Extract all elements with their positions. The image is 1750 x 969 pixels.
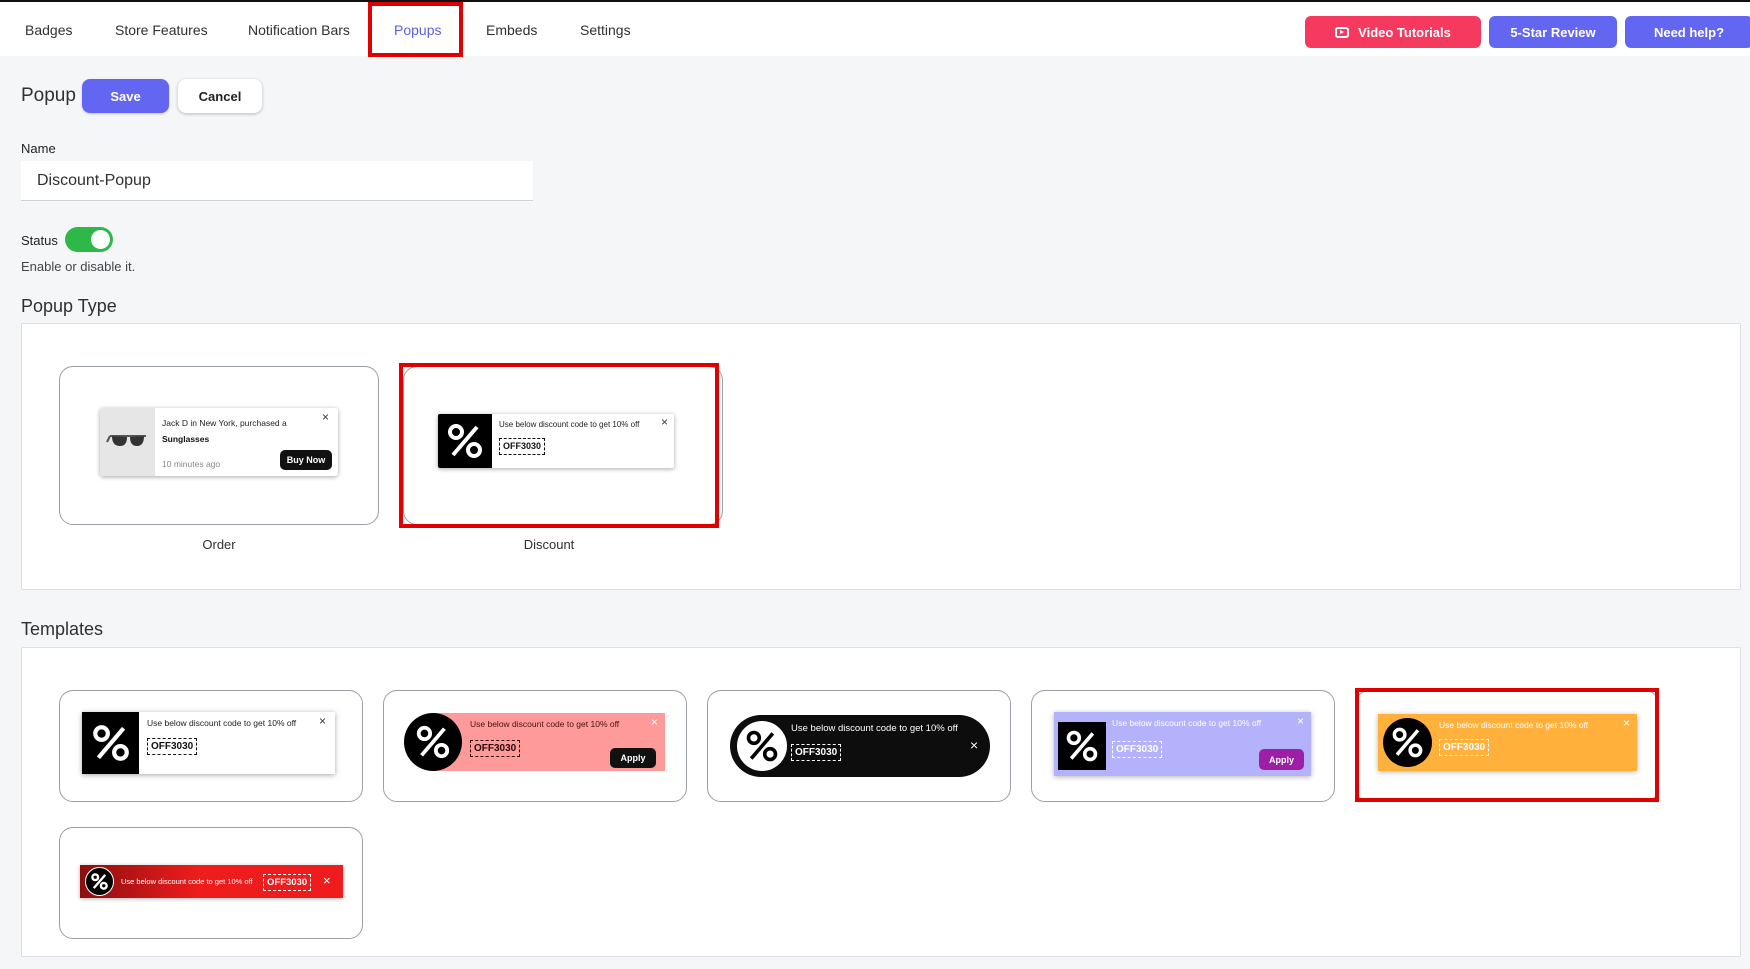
apply-button: Apply [610, 748, 656, 768]
order-time: 10 minutes ago [162, 459, 221, 469]
five-star-review-button[interactable]: 5-Star Review [1489, 16, 1617, 48]
status-label: Status [21, 233, 58, 248]
percent-icon [93, 725, 129, 761]
popup-type-title: Popup Type [21, 296, 117, 316]
tab-embeds[interactable]: Embeds [486, 22, 537, 38]
template-code: OFF3030 [1112, 741, 1163, 758]
template-message: Use below discount code to get 10% off [121, 877, 253, 886]
popup-type-order-card[interactable]: Jack D in New York, purchased a Sunglass… [59, 366, 379, 525]
template-1-preview: Use below discount code to get 10% off O… [82, 712, 335, 774]
close-icon: × [323, 873, 331, 888]
close-icon: × [651, 715, 659, 729]
discount-badge [1383, 718, 1432, 767]
sunglasses-icon [106, 435, 146, 446]
close-icon: × [970, 737, 979, 753]
discount-badge [85, 867, 114, 896]
percent-icon [1066, 730, 1098, 762]
template-message: Use below discount code to get 10% off [791, 723, 958, 734]
template-card-2[interactable]: Use below discount code to get 10% off O… [383, 690, 687, 802]
popup-type-discount-label: Discount [523, 537, 575, 552]
template-code: OFF3030 [470, 740, 521, 757]
close-icon: × [661, 415, 669, 429]
template-5-preview: Use below discount code to get 10% off O… [1378, 714, 1637, 771]
close-icon: × [319, 714, 327, 728]
template-message: Use below discount code to get 10% off [1112, 718, 1262, 728]
template-3-preview: Use below discount code to get 10% off O… [730, 715, 990, 777]
popup-type-discount-card[interactable]: Use below discount code to get 10% off O… [403, 366, 723, 525]
name-label: Name [21, 141, 56, 156]
discount-code: OFF3030 [499, 438, 546, 455]
discount-badge [737, 721, 787, 771]
order-popup-preview: Jack D in New York, purchased a Sunglass… [100, 408, 338, 476]
template-message: Use below discount code to get 10% off [147, 718, 297, 728]
order-product: Sunglasses [162, 434, 210, 444]
video-tutorials-label: Video Tutorials [1358, 24, 1451, 40]
template-message: Use below discount code to get 10% off [470, 719, 620, 729]
template-code: OFF3030 [791, 744, 842, 761]
video-play-icon [1335, 26, 1350, 38]
popup-type-order-label: Order [202, 537, 236, 552]
percent-icon [448, 424, 482, 458]
template-code: OFF3030 [1439, 739, 1490, 756]
product-image [100, 408, 155, 476]
percent-icon [91, 873, 108, 890]
close-icon: × [322, 410, 330, 424]
discount-badge [82, 712, 139, 774]
tab-store-features[interactable]: Store Features [115, 22, 208, 38]
template-code: OFF3030 [263, 874, 312, 891]
status-toggle[interactable] [65, 227, 113, 252]
close-icon: × [1297, 714, 1305, 728]
tab-popups[interactable]: Popups [394, 22, 441, 38]
template-2-preview: Use below discount code to get 10% off O… [404, 713, 665, 771]
template-card-6[interactable]: Use below discount code to get 10% off O… [59, 827, 363, 939]
template-6-preview: Use below discount code to get 10% off O… [80, 865, 343, 898]
discount-badge [1058, 722, 1106, 770]
template-card-4[interactable]: Use below discount code to get 10% off O… [1031, 690, 1335, 802]
video-tutorials-button[interactable]: Video Tutorials [1305, 16, 1481, 48]
tab-notification-bars[interactable]: Notification Bars [248, 22, 350, 38]
discount-badge [438, 414, 492, 468]
tab-badges[interactable]: Badges [25, 22, 72, 38]
template-code: OFF3030 [147, 738, 198, 755]
toggle-knob [91, 230, 110, 249]
templates-title: Templates [21, 619, 104, 639]
buy-now-button: Buy Now [280, 450, 332, 470]
close-icon: × [1623, 716, 1631, 730]
discount-message: Use below discount code to get 10% off [499, 420, 640, 429]
percent-icon [746, 730, 778, 762]
status-hint: Enable or disable it. [21, 259, 136, 274]
page-title: Popup [21, 85, 76, 106]
template-card-5[interactable]: Use below discount code to get 10% off O… [1355, 690, 1659, 802]
discount-badge [404, 713, 462, 771]
discount-popup-preview: Use below discount code to get 10% off O… [438, 414, 674, 468]
template-message: Use below discount code to get 10% off [1439, 720, 1589, 730]
top-navigation: Badges Store Features Notification Bars … [0, 0, 1750, 56]
template-card-1[interactable]: Use below discount code to get 10% off O… [59, 690, 363, 802]
tab-settings[interactable]: Settings [580, 22, 631, 38]
percent-icon [1392, 727, 1423, 758]
template-card-3[interactable]: Use below discount code to get 10% off O… [707, 690, 1011, 802]
apply-button: Apply [1259, 749, 1304, 770]
cancel-button[interactable]: Cancel [178, 79, 262, 113]
save-button[interactable]: Save [82, 79, 169, 113]
template-4-preview: Use below discount code to get 10% off O… [1054, 712, 1311, 776]
order-message: Jack D in New York, purchased a [162, 418, 287, 428]
need-help-button[interactable]: Need help? [1625, 16, 1750, 48]
name-input[interactable] [21, 161, 533, 201]
percent-icon [416, 725, 450, 759]
